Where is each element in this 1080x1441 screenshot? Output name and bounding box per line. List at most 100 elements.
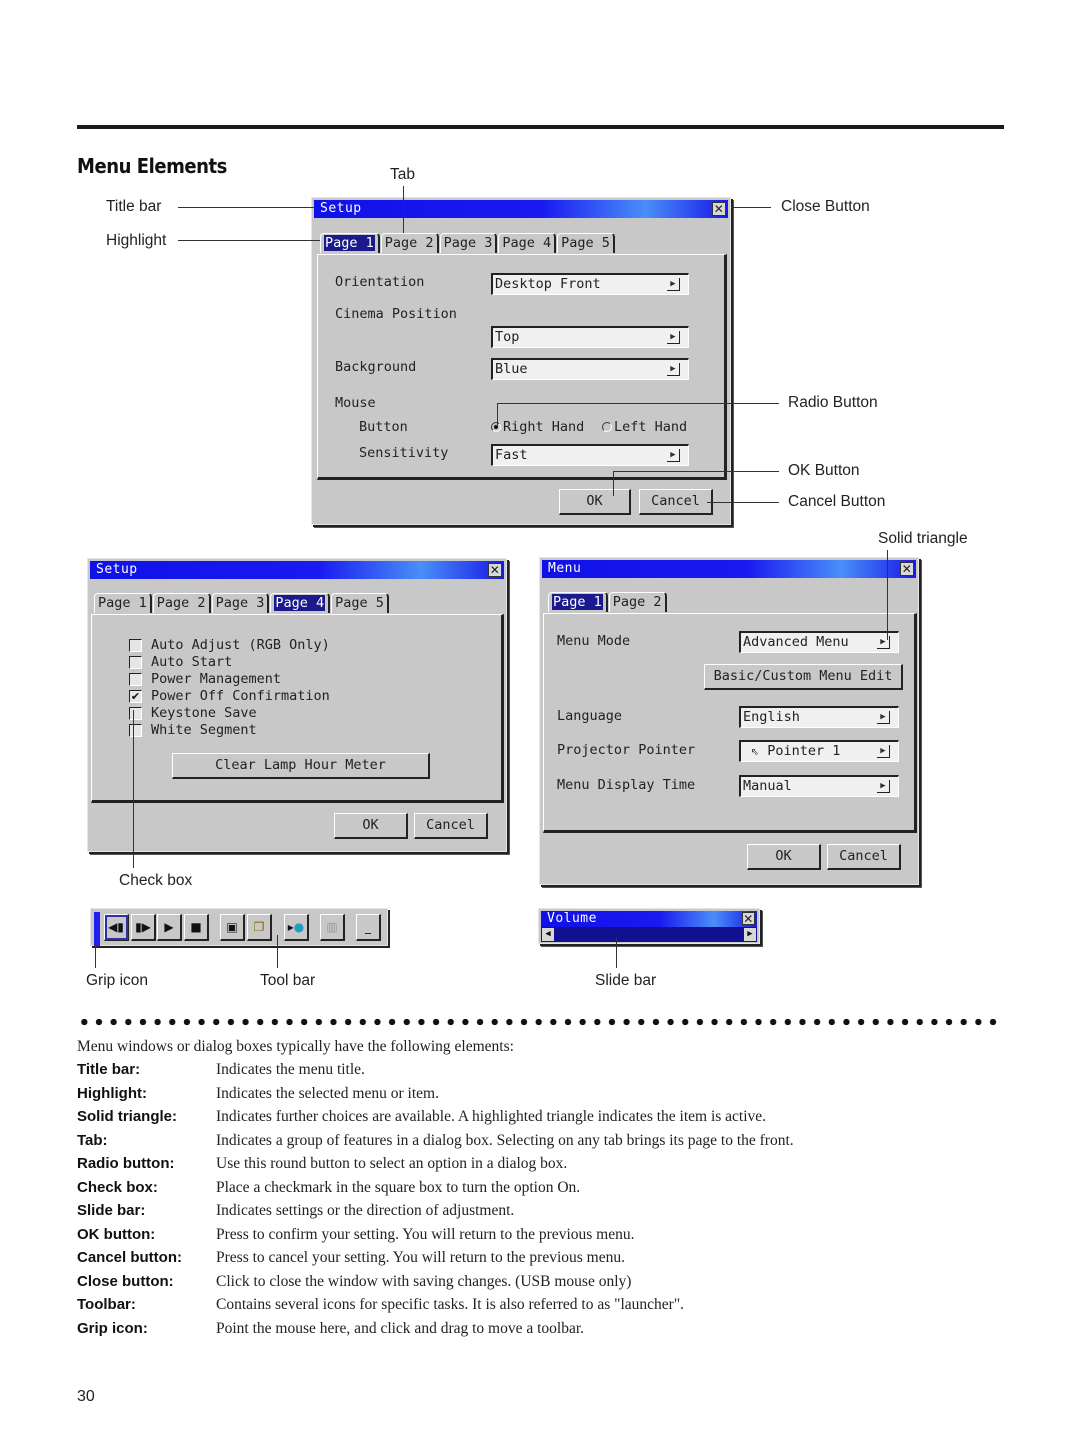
checkbox-label: Auto Start (151, 654, 233, 670)
setup-window-page1: Setup ✕ Page 1 Page 2 Page 3 Page 4 Page… (311, 197, 731, 525)
tab-page-3[interactable]: Page 3 (439, 233, 498, 253)
definition-term: OK button: (77, 1225, 156, 1243)
tab-page-5[interactable]: Page 5 (331, 593, 389, 613)
forward-icon: ▮▶ (135, 920, 151, 934)
definition-desc: Press to cancel your setting. You will r… (216, 1249, 625, 1266)
ok-button[interactable]: OK (334, 813, 408, 839)
mouse-label: Mouse (335, 395, 376, 411)
pointer-button[interactable]: ▸● (284, 914, 309, 941)
definition-term: Slide bar: (77, 1202, 146, 1219)
forward-button[interactable]: ▮▶ (131, 914, 156, 941)
tab-page-2[interactable]: Page 2 (608, 592, 667, 612)
trash-button[interactable]: ▥ (320, 914, 345, 941)
tab-strip: Page 1 Page 2 Page 3 Page 4 Page 5 (94, 593, 390, 613)
orientation-select[interactable]: Desktop Front ▶ (491, 273, 689, 295)
tab-page-5[interactable]: Page 5 (557, 233, 615, 253)
definition-row: Slide bar: Indicates settings or the dire… (77, 1202, 1004, 1226)
callout-solid-triangle: Solid triangle (878, 530, 968, 547)
stop-button[interactable]: ■ (184, 914, 209, 941)
sensitivity-select[interactable]: Fast ▶ (491, 444, 689, 466)
window-title: Menu (548, 561, 582, 576)
radio-button-selected[interactable] (491, 422, 501, 432)
tab-page-1[interactable]: Page 1 (548, 592, 608, 612)
button-label: Button (359, 419, 408, 435)
checkbox[interactable] (129, 724, 142, 737)
slide-bar[interactable]: ◀ ▶ (541, 927, 757, 942)
slide-left-button[interactable]: ◀ (542, 928, 554, 941)
close-button[interactable]: ✕ (712, 202, 726, 216)
tab-strip: Page 1 Page 2 (548, 592, 668, 612)
radio-left-hand[interactable]: Left Hand (602, 419, 687, 435)
definition-desc: Indicates further choices are available.… (216, 1108, 767, 1125)
play-button[interactable]: ▶ (157, 914, 182, 941)
close-icon: ✕ (713, 202, 725, 216)
close-button[interactable]: ✕ (488, 563, 502, 577)
definition-row: Grip icon: Point the mouse here, and clic… (77, 1320, 1004, 1344)
folder-window-icon: ❐ (253, 920, 265, 934)
definition-desc: Indicates the menu title. (216, 1061, 365, 1078)
pointer-icon: ▸● (287, 920, 305, 934)
definition-desc: Contains several icons for specific task… (216, 1296, 685, 1313)
radio-button[interactable] (602, 422, 612, 432)
title-bar: Volume ✕ (541, 911, 757, 927)
checkbox[interactable]: ✔ (129, 690, 142, 703)
checkbox[interactable] (129, 673, 142, 686)
folder-window-button[interactable]: ❐ (247, 914, 272, 941)
projector-pointer-select[interactable]: ⇖ Pointer 1 ▶ (739, 740, 899, 762)
background-select[interactable]: Blue ▶ (491, 358, 689, 380)
cancel-button[interactable]: Cancel (639, 489, 713, 515)
window-button[interactable]: ▣ (220, 914, 245, 941)
callout-line (497, 403, 779, 404)
slide-right-button[interactable]: ▶ (744, 928, 756, 941)
section-title: Menu Elements (77, 154, 227, 178)
definitions-list: Title bar: Indicates the menu title. Highl… (77, 1061, 1004, 1343)
tab-page-3[interactable]: Page 3 (211, 593, 270, 613)
close-button[interactable]: ✕ (742, 912, 755, 925)
tab-page-1[interactable]: Page 1 (320, 233, 380, 253)
pointer-arrow-icon: ⇖ (751, 743, 768, 759)
ok-button[interactable]: OK (747, 844, 821, 870)
tab-page-4[interactable]: Page 4 (498, 233, 557, 253)
tab-page-2[interactable]: Page 2 (380, 233, 439, 253)
callout-line (178, 240, 320, 241)
radio-right-hand[interactable]: Right Hand (491, 419, 584, 435)
tab-page-1[interactable]: Page 1 (94, 593, 152, 613)
close-button[interactable]: ✕ (900, 562, 914, 576)
definition-desc: Press to confirm your setting. You will … (216, 1225, 635, 1243)
cinema-position-select[interactable]: Top ▶ (491, 326, 689, 348)
grip-icon[interactable] (94, 912, 100, 946)
solid-triangle-icon: ▶ (667, 278, 680, 291)
cinema-position-label: Cinema Position (335, 306, 457, 322)
checkbox[interactable] (129, 656, 142, 669)
tab-page-2[interactable]: Page 2 (152, 593, 211, 613)
minimize-button[interactable]: _ (356, 914, 381, 941)
basic-custom-menu-edit-button[interactable]: Basic/Custom Menu Edit (704, 664, 903, 690)
definition-row: Highlight: Indicates the selected menu or… (77, 1085, 1004, 1109)
menu-mode-select[interactable]: Advanced Menu ▶ (739, 631, 899, 653)
ok-button[interactable]: OK (559, 489, 631, 515)
solid-triangle-icon: ▶ (877, 636, 890, 649)
definition-row: Close button: Click to close the window w… (77, 1273, 1004, 1297)
menu-display-time-label: Menu Display Time (557, 777, 696, 793)
arrow-left-icon: ◀ (545, 929, 551, 939)
clear-lamp-hour-meter-button[interactable]: Clear Lamp Hour Meter (172, 753, 430, 779)
window-title: Setup (96, 562, 138, 577)
language-label: Language (557, 708, 623, 724)
cancel-button[interactable]: Cancel (827, 844, 901, 870)
definition-row: OK button: Press to confirm your setting.… (77, 1226, 1004, 1250)
arrow-right-icon: ▶ (747, 929, 753, 939)
callout-slide-bar: Slide bar (595, 972, 657, 989)
tab-page-4[interactable]: Page 4 (270, 593, 331, 613)
checkbox[interactable] (129, 639, 142, 652)
page-number: 30 (77, 1388, 95, 1405)
definition-term: Check box: (77, 1178, 158, 1196)
cancel-button[interactable]: Cancel (414, 813, 488, 839)
definition-row: Title bar: Indicates the menu title. (77, 1061, 1004, 1085)
menu-display-time-select[interactable]: Manual ▶ (739, 775, 899, 797)
checkbox[interactable] (129, 707, 142, 720)
orientation-label: Orientation (335, 274, 425, 290)
rewind-button[interactable]: ◀▮ (104, 914, 129, 941)
play-icon: ▶ (164, 920, 174, 934)
definition-desc: Use this round button to select an optio… (216, 1155, 568, 1172)
language-select[interactable]: English ▶ (739, 706, 899, 728)
